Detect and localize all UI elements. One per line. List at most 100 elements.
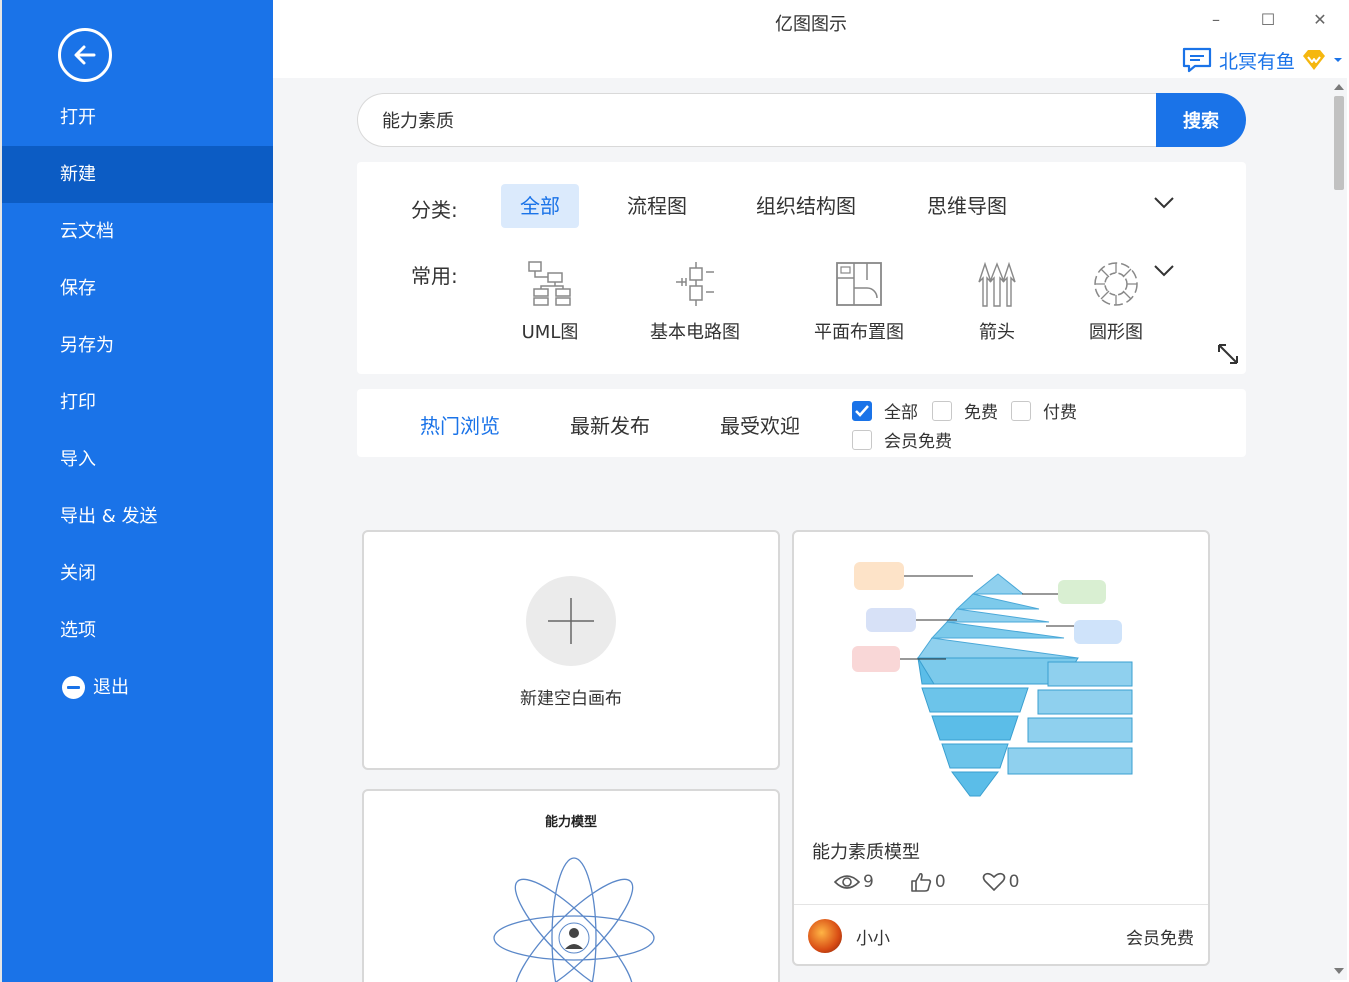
sidebar-item-label: 选项 <box>60 620 96 641</box>
favorites-stat[interactable]: 0 <box>982 872 1020 892</box>
filter-paid-checkbox[interactable]: 付费 <box>1011 398 1077 423</box>
scroll-down-icon[interactable] <box>1334 968 1344 974</box>
uml-icon <box>528 261 571 306</box>
tab-latest[interactable]: 最新发布 <box>570 410 650 439</box>
search-input[interactable] <box>357 93 1156 147</box>
search-button[interactable]: 搜索 <box>1156 93 1246 147</box>
expand-icon[interactable] <box>1216 342 1240 366</box>
search-bar: 搜索 <box>357 93 1246 147</box>
category-panel: 分类: 全部 流程图 组织结构图 思维导图 常用: UML图 基本电路图 平面布… <box>357 162 1246 374</box>
atom-diagram <box>493 857 655 982</box>
minimize-icon: – <box>1212 9 1220 29</box>
sidebar-item-label: 关闭 <box>60 563 96 584</box>
tab-flowchart[interactable]: 流程图 <box>608 184 706 228</box>
template-thumbnail-title: 能力模型 <box>544 815 597 830</box>
new-blank-canvas-card[interactable]: 新建空白画布 <box>362 530 780 770</box>
sidebar-item-import[interactable]: 导入 <box>2 431 273 488</box>
heart-icon <box>982 872 1005 891</box>
favorites-count: 0 <box>1008 872 1020 892</box>
thumbs-up-icon <box>911 872 931 892</box>
main-content: 搜索 分类: 全部 流程图 组织结构图 思维导图 常用: UML图 <box>273 78 1330 982</box>
checkbox-icon <box>932 400 952 421</box>
template-card[interactable]: 能力素质模型 9 0 0 小小 会员免费 <box>792 530 1210 966</box>
plus-icon[interactable] <box>526 576 616 666</box>
common-item-label: 箭头 <box>979 322 1015 343</box>
tab-mind-map[interactable]: 思维导图 <box>908 184 1026 228</box>
arrow-left-icon <box>74 45 96 65</box>
filter-member-free-checkbox[interactable]: 会员免费 <box>852 427 952 452</box>
template-thumbnail <box>852 562 1133 797</box>
close-icon: ✕ <box>1313 9 1327 29</box>
circle-diagram-icon <box>1094 262 1138 306</box>
common-item-arrows[interactable]: 箭头 <box>969 258 1025 344</box>
sidebar-item-print[interactable]: 打印 <box>2 374 273 431</box>
tab-all[interactable]: 全部 <box>501 184 579 228</box>
price-badge: 会员免费 <box>1126 929 1194 949</box>
sidebar-item-save[interactable]: 保存 <box>2 260 273 317</box>
title-bar: 亿图图示 – ☐ ✕ <box>273 0 1349 44</box>
filter-label: 会员免费 <box>884 432 952 452</box>
sidebar-item-open[interactable]: 打开 <box>2 89 273 146</box>
sidebar-item-export-send[interactable]: 导出 & 发送 <box>2 488 273 545</box>
common-item-circuit[interactable]: 基本电路图 <box>645 258 745 344</box>
common-label: 常用: <box>411 264 458 288</box>
common-item-label: UML图 <box>521 322 579 343</box>
vip-diamond-icon <box>1303 50 1325 70</box>
eye-icon <box>834 875 860 889</box>
author-name[interactable]: 小小 <box>856 924 890 949</box>
sidebar-item-new[interactable]: 新建 <box>2 146 273 203</box>
checkbox-icon <box>852 429 872 450</box>
tab-most-liked[interactable]: 最受欢迎 <box>720 410 800 439</box>
sidebar-item-save-as[interactable]: 另存为 <box>2 317 273 374</box>
vertical-scrollbar[interactable] <box>1330 78 1347 980</box>
sidebar-item-label: 导入 <box>60 449 96 470</box>
avatar[interactable] <box>808 919 842 953</box>
user-bar: 北冥有鱼 <box>273 44 1349 78</box>
sidebar-item-label: 另存为 <box>60 335 114 356</box>
chevron-down-icon[interactable] <box>1153 264 1175 278</box>
close-button[interactable]: ✕ <box>1305 6 1335 32</box>
common-item-label: 基本电路图 <box>650 322 740 343</box>
filter-free-checkbox[interactable]: 免费 <box>932 398 998 423</box>
filter-all-checkbox[interactable]: 全部 <box>852 398 918 423</box>
template-card-footer: 小小 会员免费 <box>794 904 1208 964</box>
sidebar-item-label: 打印 <box>60 392 96 413</box>
tab-org-chart[interactable]: 组织结构图 <box>737 184 875 228</box>
sidebar-item-cloud-docs[interactable]: 云文档 <box>2 203 273 260</box>
template-card-ability-model[interactable]: 能力模型 <box>362 789 780 982</box>
maximize-button[interactable]: ☐ <box>1253 6 1283 32</box>
common-item-floorplan[interactable]: 平面布置图 <box>809 258 909 344</box>
sidebar-menu: 打开 新建 云文档 保存 另存为 打印 导入 导出 & 发送 关闭 选项 退出 <box>2 89 273 716</box>
common-item-label: 圆形图 <box>1089 322 1143 343</box>
arrow-shape-icon <box>978 261 1016 307</box>
likes-count: 0 <box>934 872 946 892</box>
checkbox-icon <box>1011 400 1031 421</box>
user-menu[interactable]: 北冥有鱼 <box>1181 46 1343 74</box>
caret-down-icon <box>1334 58 1342 62</box>
minus-circle-icon <box>62 676 85 699</box>
common-item-uml[interactable]: UML图 <box>517 258 583 344</box>
chat-icon <box>1182 47 1212 73</box>
sidebar: 打开 新建 云文档 保存 另存为 打印 导入 导出 & 发送 关闭 选项 退出 <box>0 0 273 982</box>
sidebar-item-close[interactable]: 关闭 <box>2 545 273 602</box>
chevron-down-icon[interactable] <box>1153 196 1175 210</box>
sidebar-item-label: 打开 <box>60 107 96 128</box>
scroll-thumb[interactable] <box>1334 96 1344 190</box>
filter-label: 全部 <box>884 403 918 423</box>
floorplan-icon <box>836 262 882 306</box>
template-title: 能力素质模型 <box>812 842 920 863</box>
circuit-icon <box>676 262 714 306</box>
sidebar-item-label: 导出 & 发送 <box>60 506 158 527</box>
minimize-button[interactable]: – <box>1201 6 1231 32</box>
new-blank-canvas-label: 新建空白画布 <box>520 689 622 709</box>
likes-stat[interactable]: 0 <box>910 872 946 892</box>
tab-popular[interactable]: 热门浏览 <box>420 410 500 439</box>
filter-label: 付费 <box>1043 403 1077 423</box>
common-item-circle-diagram[interactable]: 圆形图 <box>1083 258 1149 344</box>
back-button[interactable] <box>58 28 112 82</box>
app-title: 亿图图示 <box>775 14 847 35</box>
sidebar-item-label: 保存 <box>60 278 96 299</box>
sidebar-item-exit[interactable]: 退出 <box>2 659 273 716</box>
scroll-up-icon[interactable] <box>1334 84 1344 90</box>
sidebar-item-options[interactable]: 选项 <box>2 602 273 659</box>
